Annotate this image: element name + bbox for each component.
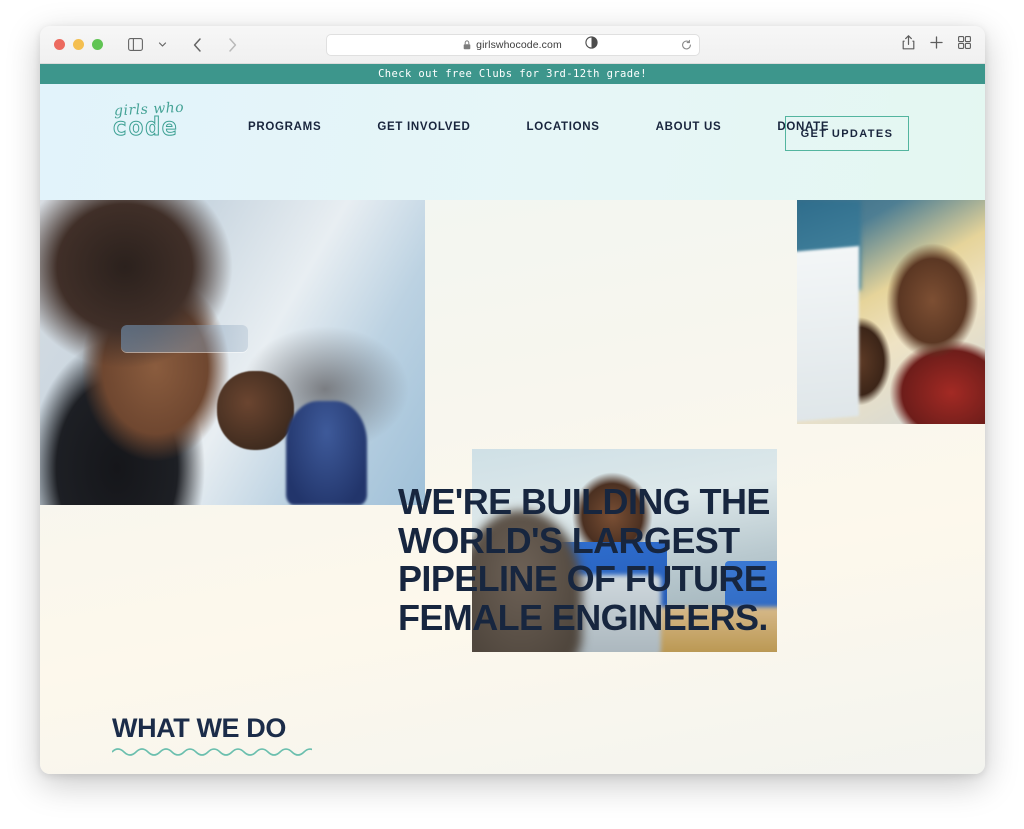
- site-logo[interactable]: girls who code: [112, 100, 204, 140]
- close-window-button[interactable]: [54, 39, 65, 50]
- decorative-shape: [797, 246, 860, 423]
- page-viewport: Check out free Clubs for 3rd-12th grade!…: [40, 64, 985, 774]
- nav-item-locations[interactable]: LOCATIONS: [527, 121, 600, 133]
- hero-photo-left: [40, 200, 425, 505]
- wavy-underline-icon: [112, 748, 312, 756]
- hero-headline-line-2: WORLD'S LARGEST: [398, 519, 740, 561]
- hero-headline-line-1: WE'RE BUILDING THE: [398, 481, 770, 522]
- navigation-controls: [123, 33, 244, 57]
- sidebar-icon[interactable]: [123, 33, 147, 57]
- lock-icon: [463, 39, 471, 50]
- get-updates-label: GET UPDATES: [800, 127, 894, 140]
- contrast-icon[interactable]: [584, 35, 598, 54]
- forward-arrow-icon[interactable]: [220, 33, 244, 57]
- tab-overview-icon[interactable]: [958, 35, 971, 54]
- what-we-do-title: WHAT WE DO: [112, 713, 286, 743]
- hero-photo-top-right: [797, 200, 985, 424]
- what-we-do-section: WHAT WE DO: [112, 713, 312, 756]
- announcement-bar[interactable]: Check out free Clubs for 3rd-12th grade!: [40, 64, 985, 84]
- plus-icon[interactable]: [930, 35, 943, 54]
- announcement-text: Check out free Clubs for 3rd-12th grade!: [378, 68, 647, 80]
- nav-item-about-us[interactable]: ABOUT US: [656, 121, 722, 133]
- nav-item-get-involved[interactable]: GET INVOLVED: [377, 121, 470, 133]
- hero-headline: WE'RE BUILDING THE WORLD'S LARGEST PIPEL…: [398, 481, 798, 638]
- site-header: girls who code PROGRAMS GET INVOLVED LOC…: [40, 84, 985, 200]
- get-updates-button[interactable]: GET UPDATES: [785, 116, 909, 151]
- decorative-shape: [120, 325, 248, 353]
- hero-section: WE'RE BUILDING THE WORLD'S LARGEST PIPEL…: [40, 200, 985, 680]
- browser-toolbar: girlswhocode.com: [40, 26, 985, 64]
- reload-icon[interactable]: [681, 39, 692, 50]
- address-bar[interactable]: girlswhocode.com: [325, 33, 700, 56]
- hero-headline-line-3: PIPELINE OF FUTURE: [398, 558, 768, 600]
- hero-headline-line-4: FEMALE ENGINEERS.: [398, 596, 768, 638]
- window-controls: [54, 39, 103, 50]
- share-icon[interactable]: [902, 34, 915, 55]
- url-text: girlswhocode.com: [476, 38, 562, 51]
- decorative-shape: [286, 401, 368, 505]
- maximize-window-button[interactable]: [92, 39, 103, 50]
- nav-item-programs[interactable]: PROGRAMS: [248, 121, 321, 133]
- browser-window: girlswhocode.com Check out free Clubs fo…: [40, 26, 985, 774]
- decorative-shape: [217, 370, 295, 451]
- minimize-window-button[interactable]: [73, 39, 84, 50]
- main-navigation: PROGRAMS GET INVOLVED LOCATIONS ABOUT US…: [248, 121, 829, 133]
- chevron-down-icon[interactable]: [150, 33, 174, 57]
- toolbar-right-actions: [902, 34, 971, 55]
- back-arrow-icon[interactable]: [185, 33, 209, 57]
